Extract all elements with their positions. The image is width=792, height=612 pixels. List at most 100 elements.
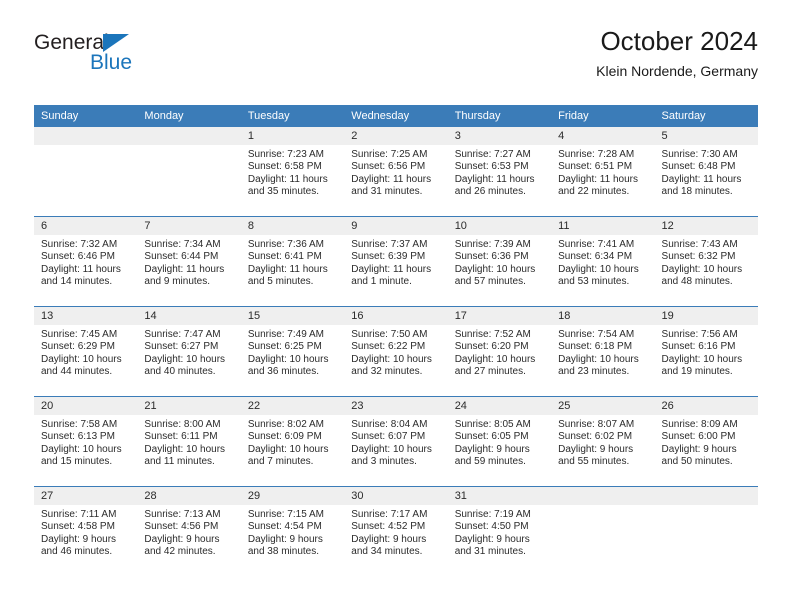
sunrise-text: Sunrise: 7:11 AM (41, 509, 117, 520)
day-cell[interactable]: 18 Sunrise: 7:54 AM Sunset: 6:18 PM Dayl… (551, 307, 655, 396)
sunset-text: Sunset: 6:16 PM (661, 341, 736, 353)
day-details: Sunrise: 7:36 AM Sunset: 6:41 PM Dayligh… (241, 235, 344, 289)
day-cell[interactable]: 24 Sunrise: 8:05 AM Sunset: 6:05 PM Dayl… (447, 397, 552, 486)
day-cell[interactable]: 17 Sunrise: 7:52 AM Sunset: 6:20 PM Dayl… (447, 307, 552, 396)
weekday-header-monday: Monday (144, 110, 184, 122)
daylight-text-line2: and 3 minutes. (351, 456, 417, 468)
daylight-text-line2: and 35 minutes. (247, 186, 320, 198)
day-number: 21 (137, 397, 241, 415)
day-details: Sunrise: 7:47 AM Sunset: 6:27 PM Dayligh… (137, 325, 240, 379)
sunrise-text: Sunrise: 8:09 AM (661, 419, 738, 430)
calendar-grid: Sunday Monday Tuesday Wednesday Thursday… (34, 105, 758, 576)
daylight-text-line2: and 46 minutes. (41, 546, 113, 558)
daylight-text-line2: and 44 minutes. (41, 366, 113, 378)
sunset-text: Sunset: 6:11 PM (144, 431, 218, 443)
daylight-text-line2: and 11 minutes. (144, 456, 215, 468)
sunset-text: Sunset: 6:00 PM (661, 431, 736, 443)
day-cell[interactable]: 6 Sunrise: 7:32 AM Sunset: 6:46 PM Dayli… (34, 217, 138, 306)
day-cell[interactable]: 14 Sunrise: 7:47 AM Sunset: 6:27 PM Dayl… (137, 307, 241, 396)
day-cell[interactable]: 19 Sunrise: 7:56 AM Sunset: 6:16 PM Dayl… (654, 307, 758, 396)
page-subtitle: Klein Nordende, Germany (596, 63, 758, 79)
sunrise-text: Sunrise: 7:25 AM (351, 149, 428, 160)
daylight-text-line1: Daylight: 10 hours (351, 353, 432, 365)
sunset-text: Sunset: 6:05 PM (454, 431, 529, 443)
day-number: 5 (654, 127, 758, 145)
day-cell[interactable]: 29 Sunrise: 7:15 AM Sunset: 4:54 PM Dayl… (240, 487, 345, 576)
day-details: Sunrise: 8:00 AM Sunset: 6:11 PM Dayligh… (137, 415, 240, 469)
day-cell[interactable]: 5 Sunrise: 7:30 AM Sunset: 6:48 PM Dayli… (654, 127, 758, 216)
day-details: Sunrise: 7:43 AM Sunset: 6:32 PM Dayligh… (655, 235, 758, 289)
day-cell[interactable]: 7 Sunrise: 7:34 AM Sunset: 6:44 PM Dayli… (137, 217, 241, 306)
daylight-text-line2: and 55 minutes. (558, 456, 630, 468)
day-details: Sunrise: 7:54 AM Sunset: 6:18 PM Dayligh… (551, 325, 654, 379)
sunset-text: Sunset: 6:18 PM (558, 341, 633, 353)
sunrise-text: Sunrise: 7:45 AM (41, 329, 118, 340)
day-number: 13 (34, 307, 138, 325)
sunrise-text: Sunrise: 7:27 AM (454, 149, 531, 160)
day-number: 28 (137, 487, 241, 505)
day-cell[interactable]: 3 Sunrise: 7:27 AM Sunset: 6:53 PM Dayli… (447, 127, 552, 216)
daylight-text-line2: and 59 minutes. (454, 456, 526, 468)
sunrise-text: Sunrise: 7:17 AM (351, 509, 428, 520)
day-cell[interactable]: 2 Sunrise: 7:25 AM Sunset: 6:56 PM Dayli… (344, 127, 448, 216)
weekday-header-wednesday: Wednesday (351, 110, 410, 122)
title-block: October 2024 Klein Nordende, Germany (596, 26, 758, 80)
day-cell[interactable]: 28 Sunrise: 7:13 AM Sunset: 4:56 PM Dayl… (137, 487, 241, 576)
sunset-text: Sunset: 6:36 PM (454, 251, 529, 263)
daylight-text-line2: and 7 minutes. (247, 456, 314, 468)
day-cell[interactable]: 12 Sunrise: 7:43 AM Sunset: 6:32 PM Dayl… (654, 217, 758, 306)
daylight-text-line1: Daylight: 11 hours (247, 263, 328, 275)
day-cell[interactable]: 31 Sunrise: 7:19 AM Sunset: 4:50 PM Dayl… (447, 487, 552, 576)
day-cell[interactable]: 11 Sunrise: 7:41 AM Sunset: 6:34 PM Dayl… (551, 217, 655, 306)
day-cell[interactable]: 10 Sunrise: 7:39 AM Sunset: 6:36 PM Dayl… (447, 217, 552, 306)
day-cell[interactable]: 21 Sunrise: 8:00 AM Sunset: 6:11 PM Dayl… (137, 397, 241, 486)
daylight-text-line2: and 31 minutes. (454, 546, 526, 558)
day-number: 6 (34, 217, 138, 235)
daylight-text-line2: and 22 minutes. (558, 186, 630, 198)
sunset-text: Sunset: 6:48 PM (661, 161, 736, 173)
sunrise-text: Sunrise: 7:52 AM (454, 329, 531, 340)
day-number: 15 (240, 307, 345, 325)
day-cell[interactable]: 27 Sunrise: 7:11 AM Sunset: 4:58 PM Dayl… (34, 487, 138, 576)
day-details: Sunrise: 7:27 AM Sunset: 6:53 PM Dayligh… (448, 145, 551, 199)
sunset-text: Sunset: 6:25 PM (247, 341, 322, 353)
calendar-page: General Blue October 2024 Klein Nordende… (0, 0, 792, 612)
day-cell[interactable]: 22 Sunrise: 8:02 AM Sunset: 6:09 PM Dayl… (240, 397, 345, 486)
sunrise-text: Sunrise: 7:28 AM (558, 149, 635, 160)
day-cell[interactable]: 1 Sunrise: 7:23 AM Sunset: 6:58 PM Dayli… (240, 127, 345, 216)
day-cell[interactable]: 13 Sunrise: 7:45 AM Sunset: 6:29 PM Dayl… (34, 307, 138, 396)
daylight-text-line1: Daylight: 9 hours (41, 533, 117, 545)
day-cell (654, 487, 758, 576)
sunrise-text: Sunrise: 7:34 AM (144, 239, 221, 250)
day-cell[interactable]: 16 Sunrise: 7:50 AM Sunset: 6:22 PM Dayl… (344, 307, 448, 396)
day-details: Sunrise: 7:56 AM Sunset: 6:16 PM Dayligh… (655, 325, 758, 379)
day-details: Sunrise: 7:49 AM Sunset: 6:25 PM Dayligh… (241, 325, 344, 379)
day-cell[interactable]: 9 Sunrise: 7:37 AM Sunset: 6:39 PM Dayli… (344, 217, 448, 306)
day-cell[interactable]: 15 Sunrise: 7:49 AM Sunset: 6:25 PM Dayl… (240, 307, 345, 396)
day-cell[interactable]: 23 Sunrise: 8:04 AM Sunset: 6:07 PM Dayl… (344, 397, 448, 486)
week-row: 6 Sunrise: 7:32 AM Sunset: 6:46 PM Dayli… (34, 216, 758, 306)
daylight-text-line1: Daylight: 10 hours (144, 443, 226, 455)
sunrise-text: Sunrise: 7:39 AM (454, 239, 531, 250)
day-cell[interactable]: 4 Sunrise: 7:28 AM Sunset: 6:51 PM Dayli… (551, 127, 655, 216)
daylight-text-line1: Daylight: 11 hours (247, 173, 328, 185)
day-details: Sunrise: 7:13 AM Sunset: 4:56 PM Dayligh… (137, 505, 240, 559)
day-details: Sunrise: 7:30 AM Sunset: 6:48 PM Dayligh… (655, 145, 758, 199)
daylight-text-line1: Daylight: 10 hours (41, 443, 122, 455)
day-cell[interactable]: 26 Sunrise: 8:09 AM Sunset: 6:00 PM Dayl… (654, 397, 758, 486)
day-number: 25 (551, 397, 655, 415)
sunrise-text: Sunrise: 7:50 AM (351, 329, 428, 340)
sunset-text: Sunset: 6:09 PM (247, 431, 322, 443)
sunset-text: Sunset: 6:53 PM (454, 161, 529, 173)
sunset-text: Sunset: 6:58 PM (247, 161, 322, 173)
daylight-text-line2: and 19 minutes. (661, 366, 733, 378)
day-cell[interactable]: 30 Sunrise: 7:17 AM Sunset: 4:52 PM Dayl… (344, 487, 448, 576)
day-cell[interactable]: 25 Sunrise: 8:07 AM Sunset: 6:02 PM Dayl… (551, 397, 655, 486)
day-cell[interactable]: 8 Sunrise: 7:36 AM Sunset: 6:41 PM Dayli… (240, 217, 345, 306)
day-details (137, 145, 240, 149)
daylight-text-line1: Daylight: 10 hours (661, 263, 743, 275)
sunset-text: Sunset: 6:56 PM (351, 161, 426, 173)
day-cell[interactable]: 20 Sunrise: 7:58 AM Sunset: 6:13 PM Dayl… (34, 397, 138, 486)
day-details: Sunrise: 7:28 AM Sunset: 6:51 PM Dayligh… (551, 145, 654, 199)
day-number: 4 (551, 127, 655, 145)
